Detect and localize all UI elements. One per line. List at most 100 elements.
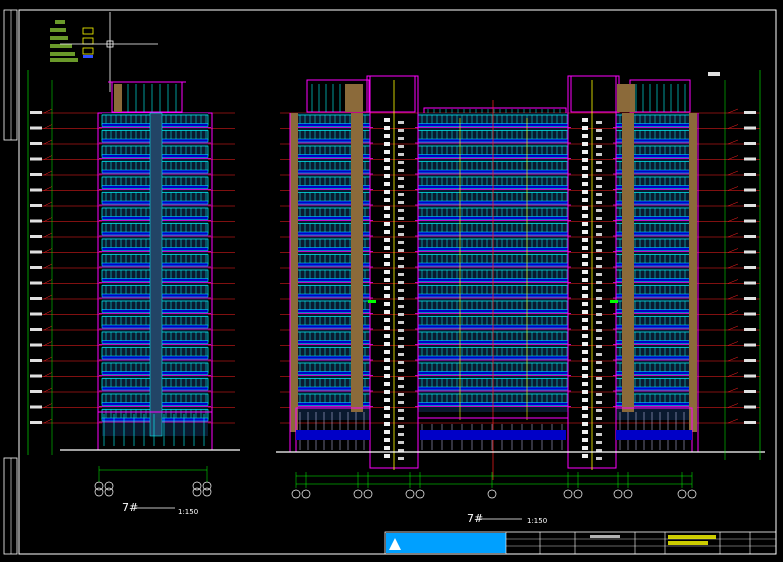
stair-window [582,262,588,266]
stair-window [384,238,390,242]
stair-window [398,273,404,276]
stair-window [582,438,588,442]
stair-window [596,217,602,220]
level-tag [30,405,42,409]
stair-window [398,225,404,228]
stair-window [582,350,588,354]
firm-name-bar [386,533,506,553]
stair-window [398,369,404,372]
stair-window [398,193,404,196]
level-tag [30,374,42,378]
stair-window [398,281,404,284]
stair-window [384,286,390,290]
stair-window [582,374,588,378]
roof-infill [617,84,635,112]
stair-window [398,361,404,364]
stair-window [582,278,588,282]
stair-window [398,121,404,124]
stair-window [384,182,390,186]
stair-window [384,142,390,146]
stair-window [582,182,588,186]
front-elevation-number: 7# [467,512,484,525]
stair-window [582,334,588,338]
level-tag [744,235,756,238]
stair-window [384,150,390,154]
left-elevation-number: 7# [122,501,139,514]
stair-window [582,446,588,450]
stair-window [596,153,602,156]
level-tag [30,157,42,161]
level-tag [744,374,756,378]
stair-window [582,174,588,178]
stair-window [384,366,390,370]
stair-window [582,238,588,242]
level-tag [30,281,42,285]
stair-window [398,289,404,292]
level-tag [30,188,42,192]
stair-window [596,305,602,308]
stair-window [582,302,588,306]
stair-window [384,206,390,210]
stair-window [398,425,404,428]
stair-window [384,414,390,418]
center-shaft [149,112,163,437]
stair-window [384,382,390,386]
stair-window [384,422,390,426]
stair-window [398,305,404,308]
stair-window [596,329,602,332]
stair-window [398,217,404,220]
stair-window [384,430,390,434]
level-tag [30,297,42,300]
stair-window [596,257,602,260]
stair-window [384,278,390,282]
stair-window [398,457,404,460]
stair-window [596,289,602,292]
stair-window [582,422,588,426]
stair-window [596,129,602,132]
stair-window [398,329,404,332]
stair-window [596,441,602,444]
stair-window [596,457,602,460]
stair-window [384,358,390,362]
stair-window [384,190,390,194]
stair-window [384,374,390,378]
level-tag [744,405,756,409]
level-tag [744,281,756,285]
stair-window [596,193,602,196]
stair-window [384,118,390,122]
level-tag [744,250,756,254]
stair-window [384,438,390,442]
stair-window [398,377,404,380]
stair-window [582,126,588,130]
level-tag [744,142,756,145]
stair-window [582,318,588,322]
roof-infill [114,84,122,112]
stair-window [582,134,588,138]
level-tag [744,173,756,176]
level-tag [744,343,756,347]
stair-window [596,265,602,268]
stair-window [384,126,390,130]
stair-window [398,417,404,420]
stair-window [596,121,602,124]
stair-window [596,369,602,372]
stair-window [596,433,602,436]
side-infill-left [290,113,298,432]
stair-window [384,134,390,138]
cad-drawing-canvas[interactable] [0,0,783,562]
stair-window [582,254,588,258]
stair-window [398,177,404,180]
stair-window [582,222,588,226]
level-tag [30,266,42,269]
stair-window [596,177,602,180]
stair-window [582,414,588,418]
stair-window [398,161,404,164]
front-elevation-scale: 1:150 [527,517,548,525]
stair-window [384,174,390,178]
stair-window [384,454,390,458]
level-tag [30,312,42,316]
level-tag [30,343,42,347]
stair-window [596,137,602,140]
front-elevation [276,70,765,520]
ground-band [420,430,566,440]
